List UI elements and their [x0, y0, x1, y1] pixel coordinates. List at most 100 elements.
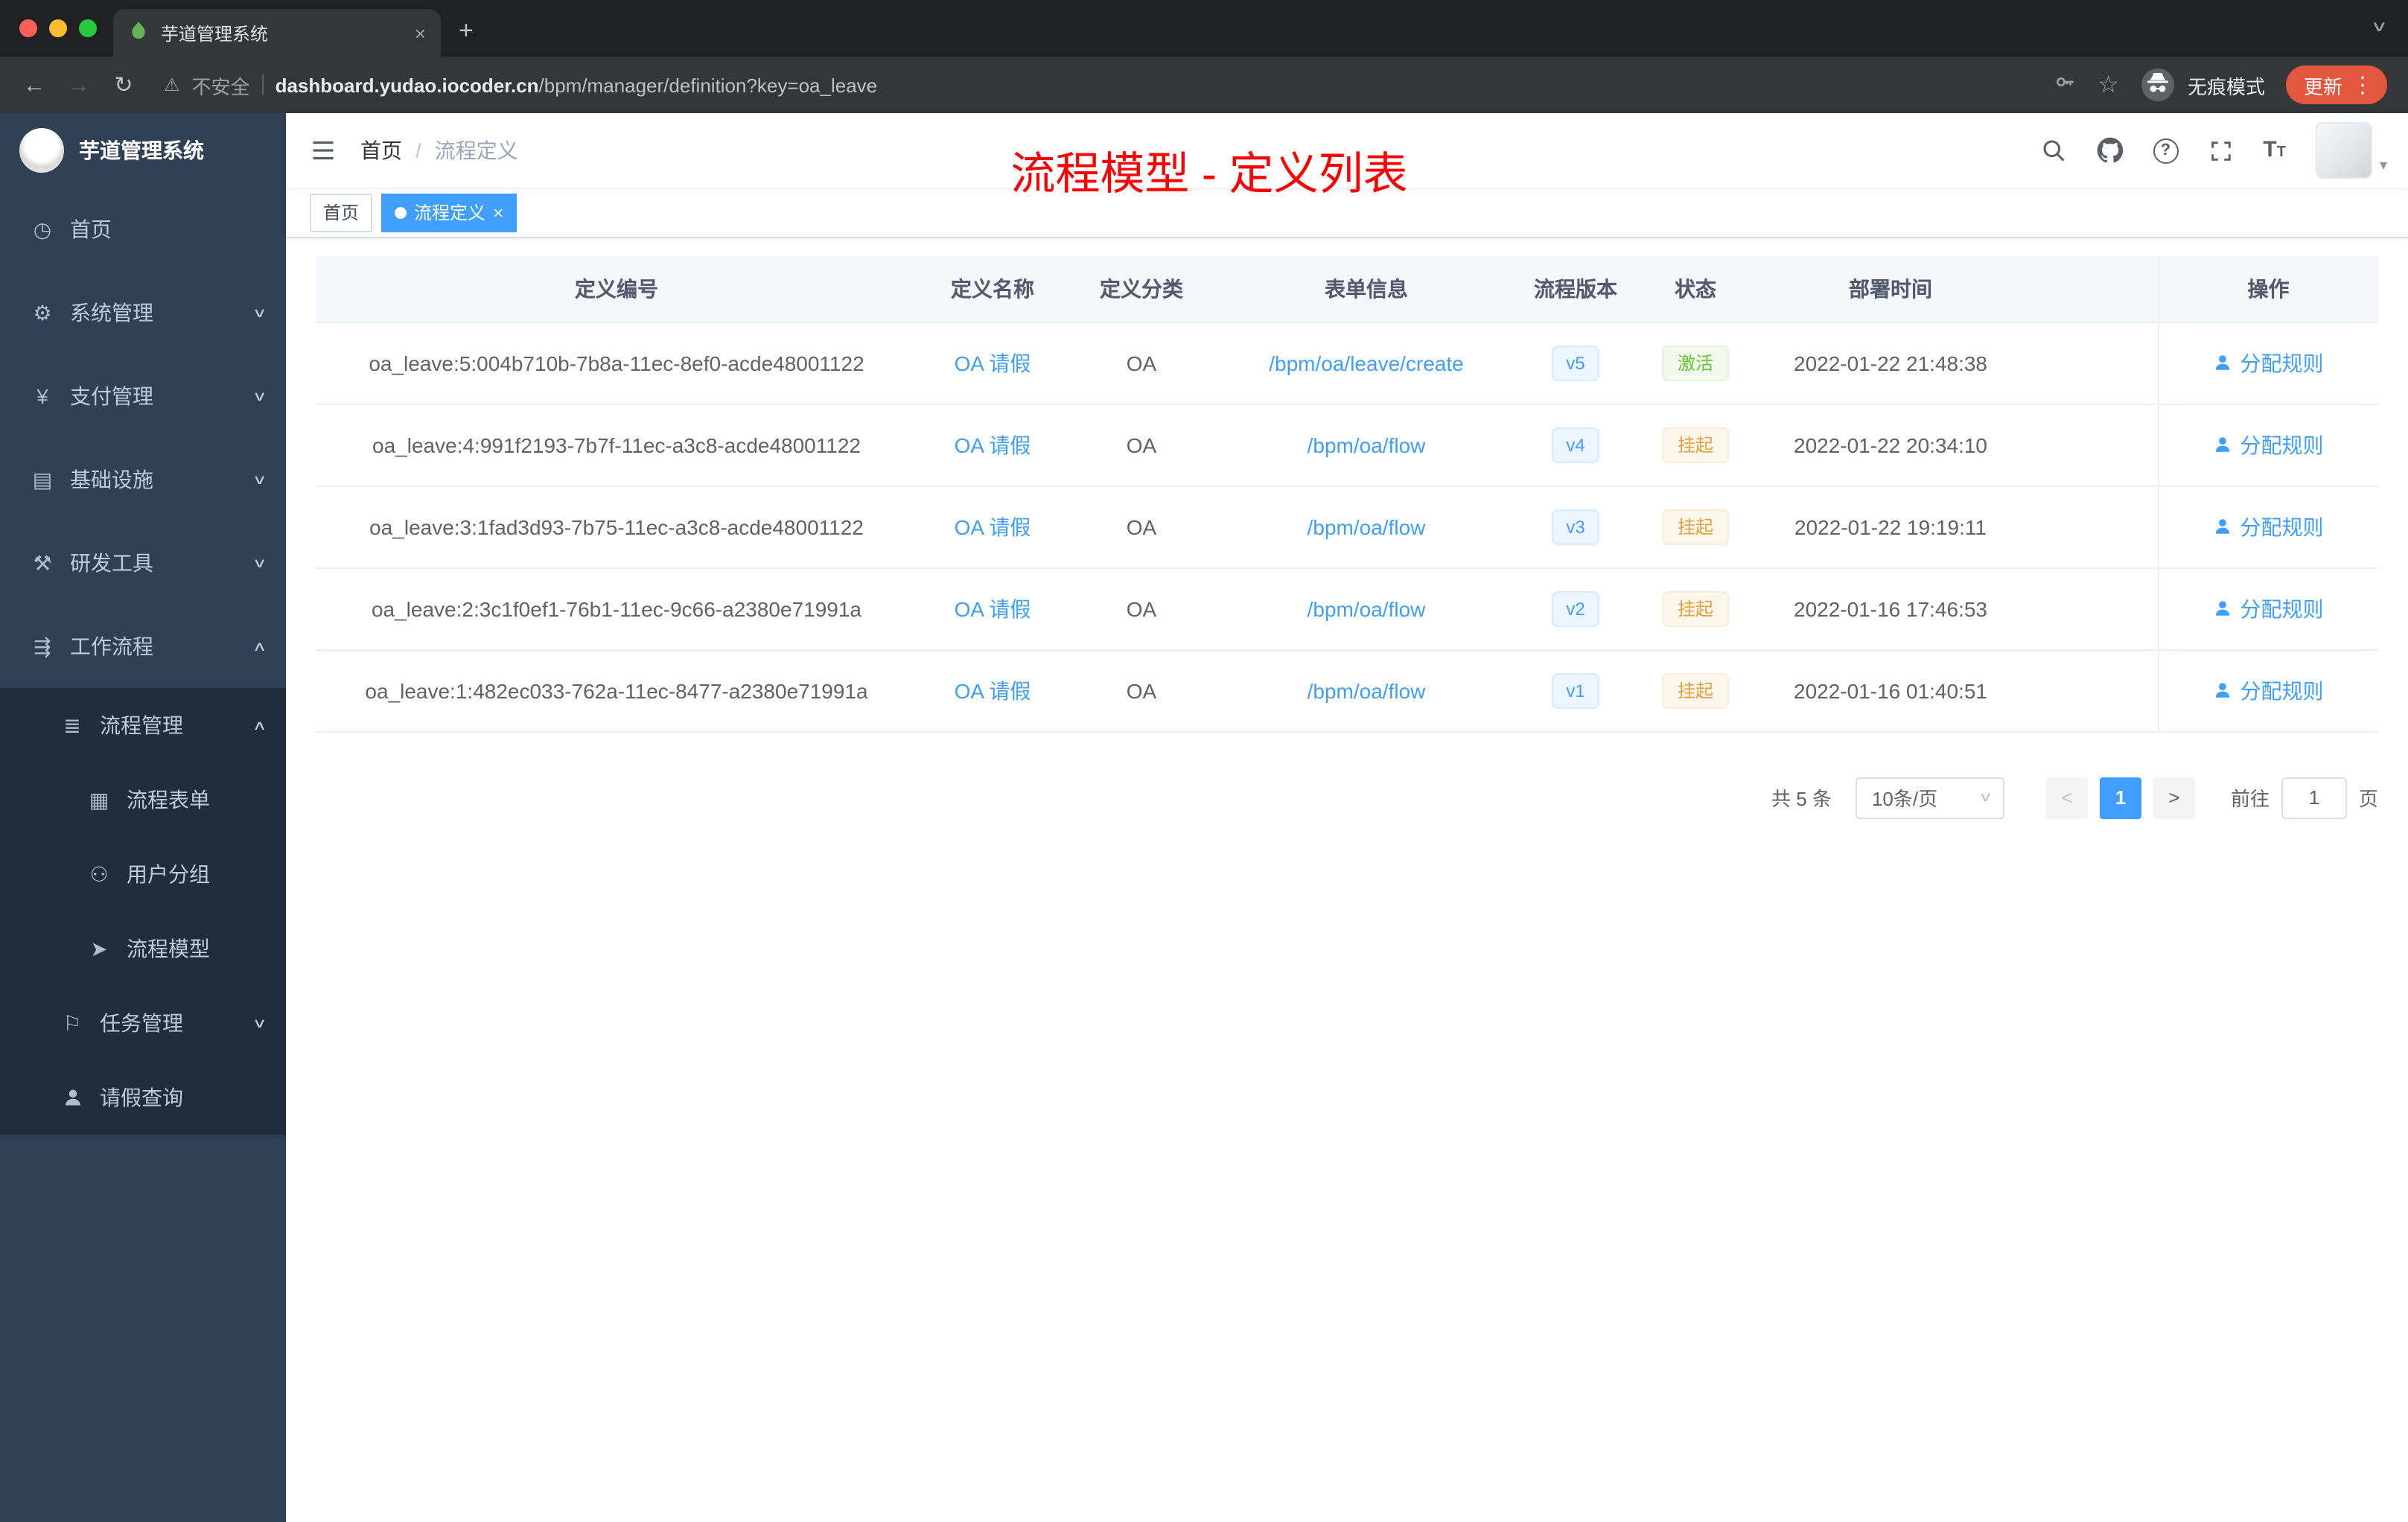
sidebar-item-task-management[interactable]: ⚐ 任务管理 ∨: [0, 986, 286, 1060]
breadcrumb-current: 流程定义: [434, 138, 518, 162]
address-bar[interactable]: ⚠ 不安全 dashboard.yudao.iocoder.cn/bpm/man…: [164, 71, 2047, 99]
incognito-badge: 无痕模式: [2140, 67, 2265, 103]
definition-name-link[interactable]: OA 请假: [955, 351, 1031, 375]
font-size-icon[interactable]: TT: [2263, 137, 2286, 164]
new-tab-button[interactable]: +: [459, 16, 474, 46]
logo[interactable]: 芋道管理系统: [0, 113, 286, 188]
github-icon[interactable]: [2096, 137, 2123, 164]
sidebar-item-system[interactable]: ⚙ 系统管理 ∨: [0, 271, 286, 354]
form-link[interactable]: /bpm/oa/flow: [1307, 678, 1426, 702]
definition-id: oa_leave:2:3c1f0ef1-76b1-11ec-9c66-a2380…: [316, 567, 917, 650]
url-path: /bpm/manager/definition?key=oa_leave: [538, 74, 878, 96]
page-url[interactable]: dashboard.yudao.iocoder.cn/bpm/manager/d…: [275, 74, 878, 96]
col-definition-category: 定义分类: [1068, 256, 1215, 322]
tag-process-definition[interactable]: 流程定义 ×: [381, 193, 517, 232]
sidebar-item-process-model[interactable]: ➤ 流程模型: [0, 911, 286, 986]
sidebar-item-leave-query[interactable]: 请假查询: [0, 1060, 286, 1135]
filler-cell: [2024, 649, 2158, 732]
definition-id: oa_leave:3:1fad3d93-7b75-11ec-a3c8-acde4…: [316, 485, 917, 568]
page-number-button[interactable]: 1: [2099, 777, 2141, 818]
main-area: 首页 / 流程定义 ? TT ▾ 首页 流程定义 × 流程模型 - 定义列表 定…: [286, 113, 2408, 1522]
breadcrumb-home[interactable]: 首页: [360, 136, 402, 165]
definition-table: 定义编号 定义名称 定义分类 表单信息 流程版本 状态 部署时间 操作 oa_l…: [316, 256, 2378, 732]
col-definition-id: 定义编号: [316, 256, 917, 322]
sidebar-item-process-management[interactable]: ≣ 流程管理 ∧: [0, 688, 286, 762]
definition-category: OA: [1068, 567, 1215, 650]
assign-rule-link[interactable]: 分配规则: [2214, 512, 2324, 541]
chevron-up-icon: ∧: [252, 717, 268, 732]
table-row: oa_leave:4:991f2193-7b7f-11ec-a3c8-acde4…: [316, 404, 2378, 486]
tab-search-chevron-icon[interactable]: ∨: [2370, 19, 2387, 36]
table-row: oa_leave:5:004b710b-7b8a-11ec-8ef0-acde4…: [316, 322, 2378, 404]
assign-rule-link[interactable]: 分配规则: [2214, 348, 2324, 378]
filler-cell: [2024, 404, 2158, 486]
goto-label: 前往: [2230, 788, 2270, 810]
status-badge: 激活: [1662, 345, 1728, 380]
reload-button[interactable]: ↻: [104, 71, 143, 98]
definition-name-link[interactable]: OA 请假: [955, 678, 1031, 702]
sidebar-toggle-icon[interactable]: [286, 137, 360, 164]
sidebar-item-workflow[interactable]: ⇶ 工作流程 ∧: [0, 605, 286, 688]
sidebar-item-dev-tools[interactable]: ⚒ 研发工具 ∨: [0, 521, 286, 605]
user-icon: [2216, 519, 2230, 534]
definition-name-link[interactable]: OA 请假: [955, 515, 1031, 538]
goto-page-input[interactable]: [2281, 777, 2347, 818]
window-controls: [19, 19, 97, 37]
password-key-icon[interactable]: [2053, 69, 2077, 101]
incognito-icon: [2141, 69, 2174, 101]
form-link[interactable]: /bpm/oa/leave/create: [1269, 351, 1464, 375]
search-icon[interactable]: [2039, 137, 2066, 164]
definition-name-link[interactable]: OA 请假: [955, 596, 1031, 620]
definition-name-link[interactable]: OA 请假: [955, 433, 1031, 456]
update-button[interactable]: 更新 ⋮: [2285, 66, 2387, 104]
user-icon: [2216, 437, 2230, 452]
screen: 芋道管理系统 × + ∨ ← → ↻ ⚠ 不安全 dashboard.yudao…: [0, 0, 2408, 1522]
user-menu[interactable]: ▾: [2315, 122, 2387, 179]
sidebar-item-infrastructure[interactable]: ▤ 基础设施 ∨: [0, 438, 286, 521]
window-close-button[interactable]: [19, 19, 37, 37]
next-page-button[interactable]: >: [2153, 777, 2195, 818]
form-link[interactable]: /bpm/oa/flow: [1307, 596, 1426, 620]
filler-cell: [2024, 485, 2158, 568]
assign-rule-link[interactable]: 分配规则: [2214, 430, 2324, 459]
page-size-select[interactable]: 10条/页 ∨: [1855, 777, 2004, 818]
fullscreen-icon[interactable]: [2208, 138, 2233, 163]
avatar[interactable]: [2315, 122, 2372, 179]
toolbar-right: ☆ 无痕模式 更新 ⋮: [2053, 66, 2393, 104]
security-label[interactable]: 不安全: [192, 71, 250, 99]
breadcrumb-separator: /: [415, 138, 421, 162]
sidebar-item-process-form[interactable]: ▦ 流程表单: [0, 762, 286, 837]
window-zoom-button[interactable]: [79, 19, 97, 37]
window-minimize-button[interactable]: [49, 19, 67, 37]
help-icon[interactable]: ?: [2153, 138, 2179, 163]
definition-category: OA: [1068, 322, 1215, 404]
assign-rule-link[interactable]: 分配规则: [2214, 675, 2324, 705]
browser-tabstrip: 芋道管理系统 × + ∨: [0, 0, 2408, 57]
form-icon: ▦: [89, 787, 109, 811]
assign-rule-link[interactable]: 分配规则: [2214, 593, 2324, 623]
app-shell: 芋道管理系统 ◷ 首页 ⚙ 系统管理 ∨ ¥ 支付管理 ∨ ▤ 基础设施 ∨ ⚒…: [0, 113, 2408, 1522]
browser-tab[interactable]: 芋道管理系统 ×: [113, 9, 441, 57]
table-header-row: 定义编号 定义名称 定义分类 表单信息 流程版本 状态 部署时间 操作: [316, 256, 2378, 322]
version-badge: v1: [1551, 672, 1600, 708]
form-link[interactable]: /bpm/oa/flow: [1307, 515, 1426, 538]
bookmark-star-icon[interactable]: ☆: [2098, 70, 2119, 100]
status-badge: 挂起: [1662, 590, 1728, 626]
status-badge: 挂起: [1662, 672, 1728, 708]
browser-menu-icon[interactable]: ⋮: [2347, 71, 2378, 98]
sidebar-item-home[interactable]: ◷ 首页: [0, 188, 286, 271]
form-link[interactable]: /bpm/oa/flow: [1307, 433, 1426, 456]
prev-page-button[interactable]: <: [2045, 777, 2088, 818]
person-icon: [60, 1087, 85, 1108]
content: 流程模型 - 定义列表 定义编号 定义名称 定义分类 表单信息 流程版本 状态 …: [286, 150, 2408, 1522]
tag-home[interactable]: 首页: [310, 193, 373, 232]
deploy-time: 2022-01-16 17:46:53: [1757, 567, 2024, 650]
close-icon[interactable]: ×: [493, 203, 503, 221]
navbar-right: ? TT ▾: [2039, 122, 2408, 179]
forward-button[interactable]: →: [60, 72, 98, 98]
sidebar-item-user-group[interactable]: ⚇ 用户分组: [0, 837, 286, 911]
back-button[interactable]: ←: [15, 72, 54, 98]
tab-close-icon[interactable]: ×: [415, 22, 426, 44]
browser-toolbar: ← → ↻ ⚠ 不安全 dashboard.yudao.iocoder.cn/b…: [0, 57, 2408, 113]
sidebar-item-payment[interactable]: ¥ 支付管理 ∨: [0, 354, 286, 438]
